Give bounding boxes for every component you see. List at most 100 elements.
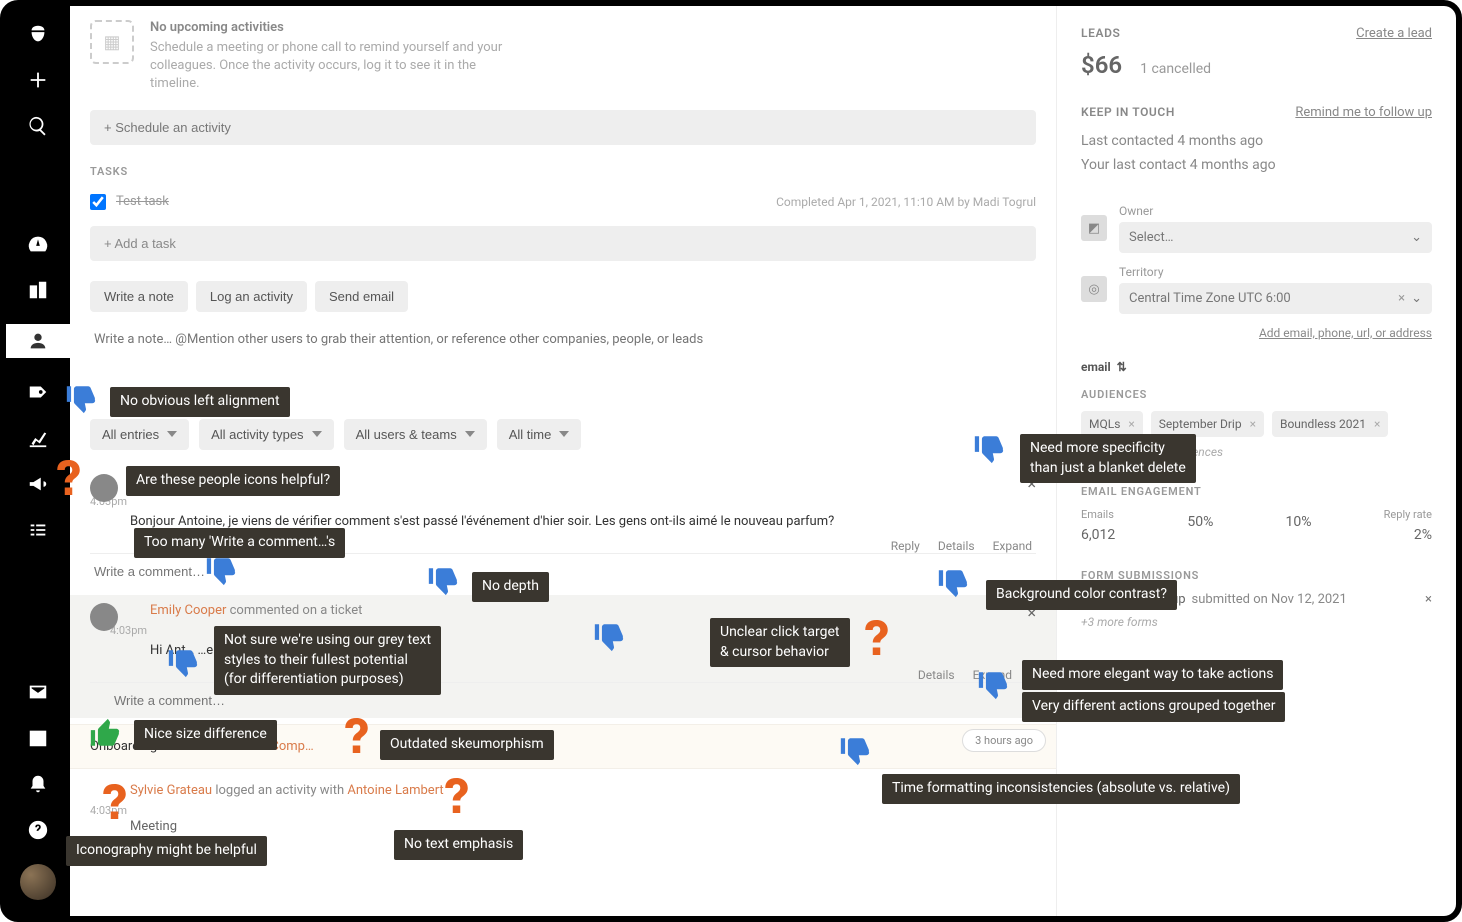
territory-icon: ◎	[1081, 276, 1107, 302]
calendar-placeholder-icon: ▦	[90, 20, 134, 64]
details-action[interactable]: Details	[918, 668, 955, 682]
nav-rail	[6, 6, 70, 916]
close-icon[interactable]: ×	[1027, 603, 1036, 622]
filter-users[interactable]: All users & teams	[344, 419, 487, 450]
calendar-icon[interactable]	[26, 726, 50, 750]
side-panel: LEADS Create a lead $66 1 cancelled KEEP I…	[1056, 6, 1456, 916]
main-column: ▦ No upcoming activities Schedule a meet…	[70, 6, 1056, 916]
person-link[interactable]: Antoine Lambert	[347, 783, 443, 798]
audience-tag: MQLs×	[1081, 411, 1143, 437]
timeline-entry: × Emily Cooper commented on a ticket 4:0…	[70, 595, 1056, 718]
entry-author[interactable]: Emily Cooper	[150, 603, 226, 618]
create-lead-link[interactable]: Create a lead	[1356, 26, 1432, 41]
your-last-contact: Your last contact 4 months ago	[1081, 154, 1432, 178]
details-action[interactable]: Details	[938, 539, 975, 553]
tab-send-email[interactable]: Send email	[315, 281, 408, 312]
audience-tag: September Drip×	[1151, 411, 1264, 437]
close-icon[interactable]: ×	[1027, 783, 1036, 802]
expand-action[interactable]: Expand	[973, 668, 1012, 682]
chart-icon[interactable]	[26, 426, 50, 450]
filter-entries[interactable]: All entries	[90, 419, 189, 450]
remind-link[interactable]: Remind me to follow up	[1295, 105, 1432, 120]
entry-body: Hi Ant… …e …s up from me.	[150, 643, 1036, 658]
empty-title: No upcoming activities	[150, 20, 510, 35]
audience-tag: Boundless 2021×	[1272, 411, 1388, 437]
help-icon[interactable]	[26, 818, 50, 842]
eng-reply: 2%	[1384, 527, 1432, 543]
eng-val: 10%	[1286, 514, 1312, 530]
task-row: Test task Completed Apr 1, 2021, 11:10 A…	[90, 188, 1036, 216]
email-header[interactable]: email ⇅	[1081, 360, 1432, 374]
event-text: Onboarding moved	[90, 739, 203, 754]
timeline-entry: 3 hours ago Onboarding moved The Manko C…	[70, 724, 1056, 769]
timeline-filters: All entries All activity types All users…	[90, 419, 1036, 450]
forms-more: +3 more forms	[1081, 615, 1432, 629]
leads-label: LEADS	[1081, 26, 1120, 40]
task-meta: Completed Apr 1, 2021, 11:10 AM by Madi …	[776, 195, 1036, 209]
forms-label: FORM SUBMISSIONS	[1081, 569, 1432, 582]
close-icon[interactable]: ×	[1027, 474, 1036, 493]
list-icon[interactable]	[26, 518, 50, 542]
territory-select[interactable]: Central Time Zone UTC 6:00×⌄	[1119, 283, 1432, 314]
comment-input[interactable]	[90, 682, 1036, 718]
entry-sub: Meeting	[130, 819, 1036, 834]
empty-desc: Schedule a meeting or phone call to remi…	[150, 39, 510, 94]
entry-author[interactable]: Sylvie Grateau	[130, 783, 212, 798]
plus-icon[interactable]	[26, 68, 50, 92]
remove-tag-icon[interactable]: ×	[1250, 417, 1256, 431]
remove-form-icon[interactable]: ×	[1425, 592, 1432, 607]
company-icon[interactable]	[26, 278, 50, 302]
avatar-icon	[90, 603, 118, 631]
entry-body: bien passé	[130, 836, 1036, 851]
tab-write-note[interactable]: Write a note	[90, 281, 188, 312]
avatar-icon	[90, 474, 118, 502]
dashboard-icon[interactable]	[26, 232, 50, 256]
task-checkbox[interactable]	[90, 194, 106, 210]
schedule-activity-button[interactable]: + Schedule an activity	[90, 110, 1036, 145]
company-link[interactable]: The Manko Comp…	[203, 739, 314, 754]
eng-val: 50%	[1187, 514, 1213, 530]
territory-label: Territory	[1119, 265, 1432, 279]
kit-label: KEEP IN TOUCH	[1081, 105, 1175, 119]
note-input[interactable]	[90, 324, 1036, 355]
task-name: Test task	[116, 194, 169, 209]
entry-time: 4:03pm	[90, 804, 1036, 817]
comment-input[interactable]	[90, 553, 1036, 589]
filter-time[interactable]: All time	[497, 419, 582, 450]
bell-icon[interactable]	[26, 772, 50, 796]
territory-field: ◎ Territory Central Time Zone UTC 6:00×⌄	[1081, 265, 1432, 314]
leads-amount: $66	[1081, 51, 1122, 79]
last-contacted: Last contacted 4 months ago	[1081, 130, 1432, 154]
add-contact-link[interactable]: Add email, phone, url, or address	[1081, 326, 1432, 340]
leads-count: 1 cancelled	[1140, 61, 1211, 77]
owner-field: ◩ Owner Select…⌄	[1081, 204, 1432, 253]
owner-select[interactable]: Select…⌄	[1119, 222, 1432, 253]
timeline-entry: × Sylvie Grateau logged an activity with…	[90, 775, 1036, 851]
empty-activities: ▦ No upcoming activities Schedule a meet…	[90, 16, 1036, 110]
audiences-note: +2 unsubscribed audiences	[1081, 445, 1432, 459]
filter-activity-types[interactable]: All activity types	[199, 419, 333, 450]
composer-tabs: Write a note Log an activity Send email	[90, 281, 1036, 312]
tab-log-activity[interactable]: Log an activity	[196, 281, 307, 312]
entry-time: 4:03pm	[90, 495, 1036, 508]
expand-action[interactable]: Expand	[993, 539, 1032, 553]
owner-icon: ◩	[1081, 215, 1107, 241]
person-icon[interactable]	[6, 324, 70, 358]
tag-icon[interactable]	[26, 380, 50, 404]
search-icon[interactable]	[26, 114, 50, 138]
form-row: Newsletter signup submitted on Nov 12, 2…	[1081, 592, 1432, 607]
owner-label: Owner	[1119, 204, 1432, 218]
entry-time: 4:03pm	[110, 624, 1036, 637]
timeline-entry: × 4:03pm Bonjour Antoine, je viens de vé…	[90, 466, 1036, 589]
remove-tag-icon[interactable]: ×	[1374, 417, 1380, 431]
reply-action[interactable]: Reply	[891, 539, 920, 553]
engagement-label: EMAIL ENGAGEMENT	[1081, 485, 1432, 498]
tasks-label: TASKS	[90, 165, 1036, 178]
remove-tag-icon[interactable]: ×	[1128, 417, 1134, 431]
add-task-button[interactable]: + Add a task	[90, 226, 1036, 261]
audiences-label: AUDIENCES	[1081, 388, 1432, 401]
user-avatar[interactable]	[20, 864, 56, 900]
acorn-icon[interactable]	[26, 22, 50, 46]
mail-icon[interactable]	[26, 680, 50, 704]
megaphone-icon[interactable]	[26, 472, 50, 496]
